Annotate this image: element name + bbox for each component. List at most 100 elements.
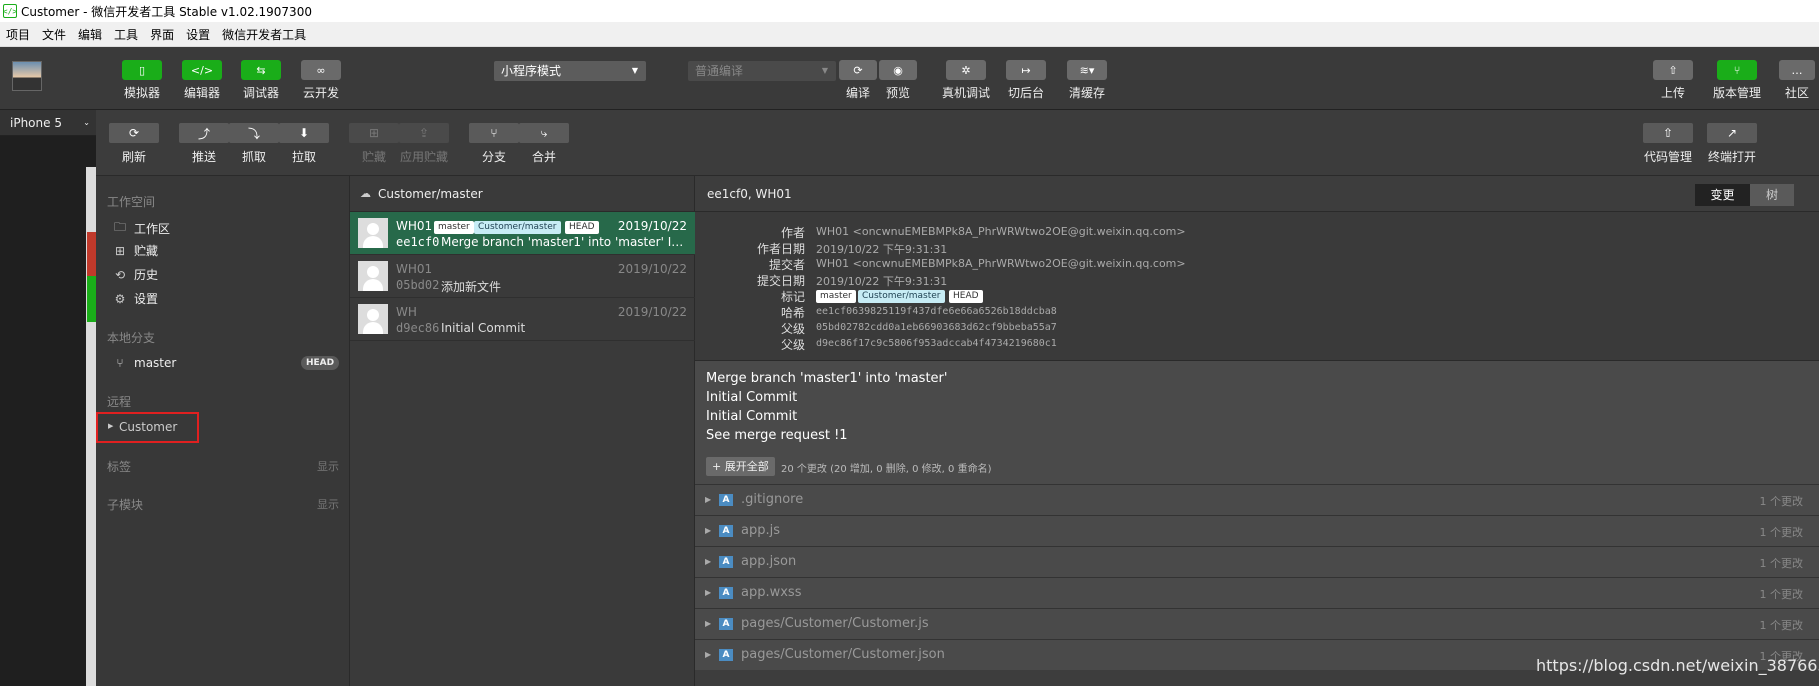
commit-row[interactable]: WH 2019/10/22 d9ec86 Initial Commit [350, 298, 696, 341]
upload-button[interactable]: ⇧ 上传 [1653, 60, 1693, 101]
caret-right-icon: ▶ [108, 422, 114, 430]
caret-right-icon: ▶ [705, 619, 712, 628]
file-change-row[interactable]: ▶ A app.wxss 1 个更改 [695, 577, 1819, 608]
menu-devtools[interactable]: 微信开发者工具 [216, 26, 312, 43]
debug-arrows-icon: ⇆ [241, 60, 281, 80]
tag-badge: Customer/master [858, 290, 945, 303]
sidebar-item-workarea[interactable]: 🗀 工作区 [112, 218, 170, 239]
branch-button[interactable]: ⑂ 分支 [469, 123, 519, 165]
eye-icon: ◉ [879, 60, 917, 80]
fetch-button[interactable]: ⤵ 抓取 [229, 123, 279, 165]
menu-settings[interactable]: 设置 [180, 26, 216, 43]
menu-project[interactable]: 项目 [0, 26, 36, 43]
simulator-button[interactable]: ▯ 模拟器 [122, 60, 162, 101]
workspace-title: 工作空间 [107, 195, 156, 209]
file-change-row[interactable]: ▶ A pages/Customer/Customer.js 1 个更改 [695, 608, 1819, 639]
version-management-button[interactable]: ⑂ 版本管理 [1713, 60, 1761, 101]
apply-stash-button: ⇪ 应用贮藏 [399, 123, 449, 165]
tab-changes[interactable]: 变更 [1695, 184, 1750, 206]
file-change-row[interactable]: ▶ A app.js 1 个更改 [695, 515, 1819, 546]
fetch-icon: ⤵ [229, 123, 279, 143]
sidebar-item-stash[interactable]: ⊞ 贮藏 [112, 242, 158, 259]
chevron-down-icon: ⌄ [83, 118, 90, 127]
simulator-content-block [87, 232, 96, 276]
community-button[interactable]: … 社区 [1779, 60, 1815, 101]
title-bar: </> Customer - 微信开发者工具 Stable v1.02.1907… [0, 0, 1819, 22]
debugger-button[interactable]: ⇆ 调试器 [241, 60, 281, 101]
remote-debug-button[interactable]: ✲ 真机调试 [942, 60, 990, 101]
menu-view[interactable]: 界面 [144, 26, 180, 43]
caret-right-icon: ▶ [705, 588, 712, 597]
menu-bar: 项目 文件 编辑 工具 界面 设置 微信开发者工具 [0, 22, 1819, 47]
branch-icon: ⑂ [116, 356, 124, 370]
merge-button[interactable]: ⤷ 合并 [519, 123, 569, 165]
caret-right-icon: ▶ [705, 495, 712, 504]
parent-hash-value: d9ec86f17c9c5806f953adccab4f4734219680c1 [816, 338, 1057, 349]
merge-icon: ⤷ [519, 123, 569, 143]
file-change-row[interactable]: ▶ A app.json 1 个更改 [695, 546, 1819, 577]
added-badge: A [719, 587, 733, 599]
stash-icon: ⊞ [349, 123, 399, 143]
compile-mode-select[interactable]: 普通编译 ▼ [688, 61, 836, 81]
clear-cache-button[interactable]: ≋▾ 清缓存 [1067, 60, 1107, 101]
caret-right-icon: ▶ [705, 650, 712, 659]
commit-row[interactable]: WH01 2019/10/22 05bd02 添加新文件 [350, 255, 696, 298]
compile-button[interactable]: ⟳ 编译 [839, 60, 877, 101]
avatar [358, 218, 388, 248]
tags-show-link[interactable]: 显示 [317, 458, 339, 474]
editor-button[interactable]: </> 编辑器 [182, 60, 222, 101]
folder-icon: 🗀 [113, 220, 126, 234]
version-toolbar: ⟳ 刷新 ⤴ 推送 ⤵ 抓取 ⬇ 拉取 ⊞ 贮藏 ⇪ 应用贮藏 ⑂ 分支 ⤷ 合 [96, 110, 1819, 176]
menu-file[interactable]: 文件 [36, 26, 72, 43]
refresh-icon: ⟳ [839, 60, 877, 80]
pull-icon: ⬇ [279, 123, 329, 143]
author-value: WH01 <oncwnuEMEBMPk8A_PhrWRWtwo2OE@git.w… [816, 225, 1186, 238]
expand-all-button[interactable]: + 展开全部 [706, 457, 775, 476]
bug-icon: ✲ [946, 60, 986, 80]
file-change-row[interactable]: ▶ A .gitignore 1 个更改 [695, 484, 1819, 515]
watermark: https://blog.csdn.net/weixin_38766561 [1536, 656, 1819, 675]
caret-down-icon: ▼ [631, 66, 638, 75]
pull-button[interactable]: ⬇ 拉取 [279, 123, 329, 165]
simulator-panel [0, 110, 96, 686]
sidebar-item-settings[interactable]: ⚙ 设置 [112, 290, 158, 307]
submodule-title: 子模块 [107, 498, 144, 512]
background-button[interactable]: ↦ 切后台 [1006, 60, 1046, 101]
commit-detail: ee1cf0, WH01 变更 树 作者 WH01 <oncwnuEMEBMPk… [695, 176, 1819, 686]
menu-edit[interactable]: 编辑 [72, 26, 108, 43]
cloud-link-icon: ∞ [301, 60, 341, 80]
refresh-button[interactable]: ⟳ 刷新 [109, 123, 159, 165]
tag-badge: HEAD [565, 221, 599, 234]
added-badge: A [719, 618, 733, 630]
sidebar-item-history[interactable]: ⟲ 历史 [112, 266, 158, 283]
tag-badge: master [816, 290, 856, 303]
remote-customer[interactable]: ▶ Customer [96, 412, 199, 443]
committer-value: WH01 <oncwnuEMEBMPk8A_PhrWRWtwo2OE@git.w… [816, 257, 1186, 270]
changes-summary: 20 个更改 (20 增加, 0 删除, 0 修改, 0 重命名) [781, 464, 992, 475]
preview-button[interactable]: ◉ 预览 [879, 60, 917, 101]
code-management-button[interactable]: ⇧ 代码管理 [1643, 123, 1693, 165]
caret-down-icon: ▼ [821, 66, 828, 75]
cloud-dev-button[interactable]: ∞ 云开发 [301, 60, 341, 101]
added-badge: A [719, 556, 733, 568]
push-button[interactable]: ⤴ 推送 [179, 123, 229, 165]
menu-tools[interactable]: 工具 [108, 26, 144, 43]
tag-badge: HEAD [949, 290, 983, 303]
commit-row[interactable]: WH01 master Customer/master HEAD 2019/10… [350, 212, 696, 255]
phone-icon: ▯ [122, 60, 162, 80]
apply-stash-icon: ⇪ [399, 123, 449, 143]
tab-tree[interactable]: 树 [1750, 184, 1794, 206]
added-badge: A [719, 494, 733, 506]
code-icon: </> [182, 60, 222, 80]
parent-hash-value: 05bd02782cdd0a1eb66903683d62cf9bbeba55a7 [816, 322, 1057, 333]
branch-master[interactable]: ⑂ master [112, 356, 176, 370]
terminal-open-button[interactable]: ↗ 终端打开 [1707, 123, 1757, 165]
device-select[interactable]: iPhone 5 ⌄ [0, 110, 96, 136]
mode-select[interactable]: 小程序模式 ▼ [494, 61, 646, 81]
submodule-show-link[interactable]: 显示 [317, 496, 339, 512]
avatar[interactable] [12, 61, 42, 91]
push-icon: ⤴ [179, 123, 229, 143]
hash-value: ee1cf0639825119f437dfe6e66a6526b18ddcba8 [816, 306, 1057, 317]
main-toolbar: ▯ 模拟器 </> 编辑器 ⇆ 调试器 ∞ 云开发 小程序模式 ▼ 普通编译 ▼… [0, 47, 1819, 110]
simulator-content-block [87, 276, 96, 322]
